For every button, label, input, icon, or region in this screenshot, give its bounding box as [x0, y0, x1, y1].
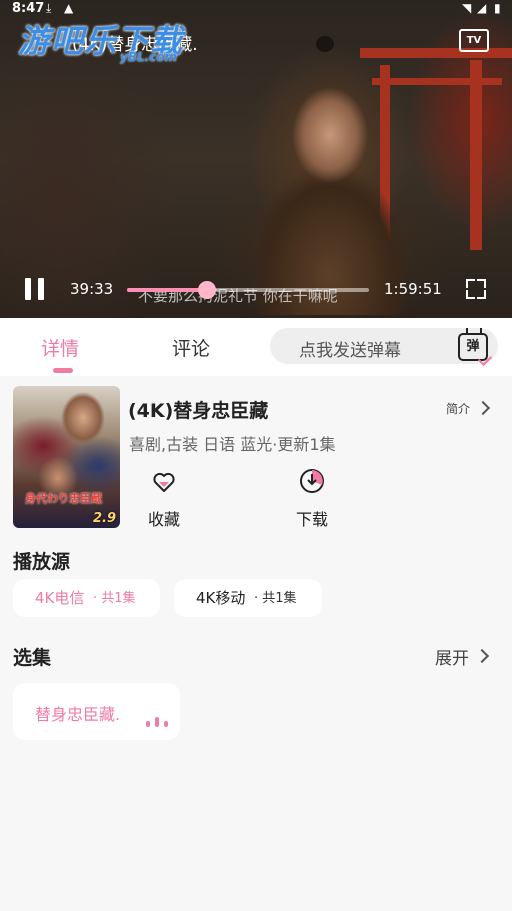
pause-button[interactable]	[25, 278, 45, 300]
favorite-label: 收藏	[147, 510, 180, 529]
source-episode-count: · 共1集	[93, 591, 136, 606]
show-title: (4K)替身忠臣藏	[128, 400, 269, 422]
chevron-right-icon	[475, 400, 491, 416]
episodes-heading: 选集	[13, 647, 52, 669]
source-item[interactable]: 4K电信 · 共1集	[13, 579, 160, 617]
intro-link[interactable]: 简介	[446, 400, 491, 417]
scene-samurai-figure	[255, 55, 405, 315]
tab-detail[interactable]: 详情	[41, 334, 79, 361]
episode-item[interactable]: 替身忠臣藏.	[13, 683, 180, 740]
download-label: 下载	[295, 510, 328, 529]
source-name: 4K电信	[35, 589, 85, 607]
now-playing-icon	[146, 707, 168, 727]
fullscreen-button[interactable]	[466, 279, 486, 299]
download-icon	[300, 469, 324, 493]
active-tab-indicator	[53, 368, 73, 373]
expand-label: 展开	[435, 649, 469, 669]
danmu-toggle-icon[interactable]: 弹	[458, 333, 488, 361]
show-meta: 喜剧,古装 日语 蓝光·更新1集	[129, 435, 336, 454]
seek-bar[interactable]	[127, 281, 369, 299]
fullscreen-icon-corner	[477, 279, 486, 288]
danmu-placeholder: 点我发送弹幕	[299, 341, 401, 361]
poster-image: 身代わり忠臣蔵 2.9	[13, 386, 120, 528]
battery-icon: ▮	[494, 1, 501, 15]
scene-topknot	[316, 36, 334, 52]
pause-icon-bar	[38, 278, 44, 300]
fullscreen-icon-corner	[466, 290, 475, 299]
danmu-input[interactable]: 点我发送弹幕 弹	[270, 328, 498, 364]
tab-comments[interactable]: 评论	[172, 334, 210, 361]
wifi-icon: ◥	[462, 1, 472, 15]
poster-title-text: 身代わり忠臣蔵	[25, 492, 102, 505]
pause-icon	[25, 278, 31, 300]
seek-thumb[interactable]	[197, 281, 216, 299]
cast-tv-button[interactable]: TV	[459, 29, 489, 52]
heart-icon	[153, 472, 175, 492]
expand-episodes-button[interactable]: 展开	[435, 644, 490, 669]
intro-label: 简介	[446, 402, 471, 416]
tab-bar: 详情 评论 点我发送弹幕 弹	[0, 318, 512, 376]
rating-score: 2.9	[92, 511, 116, 526]
download-status-icon: ⤓	[46, 1, 52, 15]
sources-heading: 播放源	[13, 551, 71, 573]
fullscreen-icon	[466, 279, 475, 288]
video-player[interactable]: 8:47 ⤓ ▲ ◥ ◢ ▮ (4K)替身忠臣藏. 游吧乐下载 yBL.com …	[0, 0, 512, 318]
source-name: 4K移动	[196, 589, 246, 607]
watermark-domain: yBL.com	[120, 50, 178, 64]
episode-name: 替身忠臣藏.	[35, 705, 121, 724]
status-time: 8:47	[12, 1, 45, 16]
signal-icon: ◢	[477, 1, 487, 15]
chevron-right-icon	[474, 648, 490, 664]
source-episode-count: · 共1集	[254, 591, 297, 606]
torii-gate-right-post	[470, 60, 482, 250]
current-time: 39:33	[70, 280, 114, 298]
seek-bar-progress	[127, 288, 207, 292]
source-item[interactable]: 4K移动 · 共1集	[174, 579, 322, 617]
fullscreen-icon-corner	[477, 290, 486, 299]
notification-icon: ▲	[64, 1, 74, 15]
detail-panel: 身代わり忠臣蔵 2.9 (4K)替身忠臣藏 简介 喜剧,古装 日语 蓝光·更新1…	[0, 376, 512, 911]
total-duration: 1:59:51	[384, 280, 442, 298]
